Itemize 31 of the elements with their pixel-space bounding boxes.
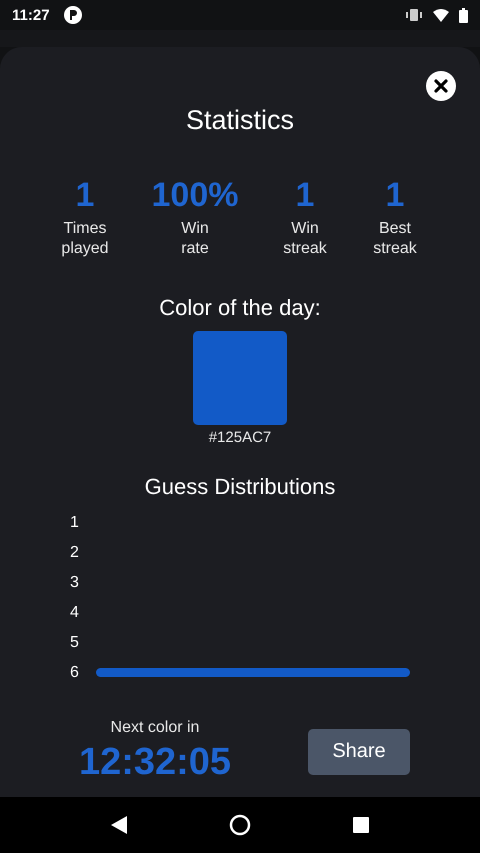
- guess-number: 4: [70, 604, 80, 622]
- status-time: 11:27: [12, 6, 50, 24]
- recents-icon[interactable]: [352, 816, 370, 834]
- guess-number: 3: [70, 574, 80, 592]
- distribution-title: Guess Distributions: [144, 474, 336, 500]
- close-button[interactable]: [426, 71, 456, 101]
- stat-value: 100%: [152, 176, 238, 215]
- stat-label: Win rate: [180, 219, 210, 259]
- stat-label: Times played: [60, 219, 110, 259]
- stat-label: Win streak: [282, 219, 328, 259]
- countdown-timer: 12:32:05: [78, 741, 232, 784]
- guess-number: 6: [70, 664, 80, 682]
- battery-icon: [459, 8, 468, 22]
- dialog-title: Statistics: [186, 105, 294, 136]
- guess-number: 2: [70, 544, 80, 562]
- app-notification-icon: [64, 6, 82, 24]
- stat-label: Best streak: [372, 219, 418, 259]
- color-hex: #125AC7: [208, 429, 272, 446]
- close-icon: [434, 79, 448, 93]
- stat-value: 1: [296, 176, 314, 215]
- wifi-icon: [433, 8, 449, 22]
- stat-value: 1: [386, 176, 404, 215]
- back-icon[interactable]: [110, 815, 128, 835]
- guess-number: 5: [70, 634, 80, 652]
- stat-value: 1: [76, 176, 94, 215]
- home-icon[interactable]: [228, 814, 251, 836]
- countdown-label: Next color in: [110, 719, 200, 737]
- vibrate-icon: [405, 8, 423, 22]
- share-button[interactable]: Share: [308, 728, 410, 774]
- color-heading: Color of the day:: [159, 295, 321, 321]
- guess-number: 1: [70, 514, 80, 532]
